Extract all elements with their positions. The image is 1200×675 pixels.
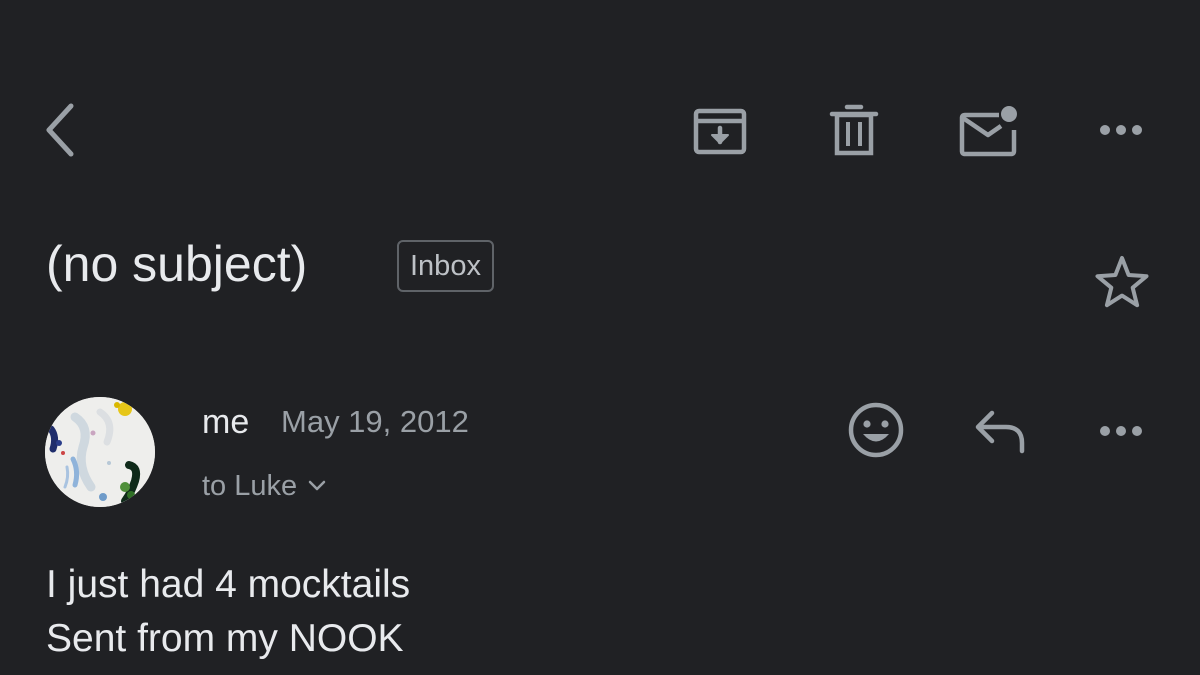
reply-icon	[975, 410, 1025, 454]
star-icon	[1095, 256, 1149, 308]
add-reaction-button[interactable]	[844, 398, 908, 462]
archive-button[interactable]	[688, 98, 752, 162]
email-view: (no subject) Inbox me May 19, 2012 to Lu…	[0, 0, 1200, 675]
sender-avatar[interactable]	[45, 397, 155, 507]
more-horizontal-icon	[1100, 426, 1142, 436]
trash-icon	[829, 104, 879, 156]
archive-icon	[693, 108, 747, 155]
sender-name: me	[202, 403, 250, 441]
mark-unread-button[interactable]	[955, 98, 1021, 162]
email-subject: (no subject)	[46, 236, 308, 292]
chevron-left-icon	[46, 103, 74, 157]
message-body: I just had 4 mocktails Sent from my NOOK	[46, 558, 410, 666]
star-button[interactable]	[1090, 250, 1154, 314]
more-horizontal-icon	[1100, 125, 1142, 135]
recipients-text: to Luke	[202, 470, 298, 502]
delete-button[interactable]	[822, 98, 886, 162]
message-date: May 19, 2012	[281, 404, 469, 439]
emoji-smile-icon	[848, 402, 904, 458]
body-line: Sent from my NOOK	[46, 617, 404, 660]
reply-button[interactable]	[968, 400, 1032, 460]
avatar-image	[45, 397, 155, 507]
chevron-down-icon	[308, 480, 326, 491]
mail-unread-icon	[959, 106, 1017, 157]
recipients-toggle[interactable]: to Luke	[202, 467, 327, 505]
body-line: I just had 4 mocktails	[46, 563, 411, 606]
inbox-label-chip[interactable]: Inbox	[397, 240, 494, 292]
back-button[interactable]	[30, 95, 90, 165]
message-more-button[interactable]	[1092, 411, 1150, 451]
more-options-button[interactable]	[1092, 110, 1150, 150]
